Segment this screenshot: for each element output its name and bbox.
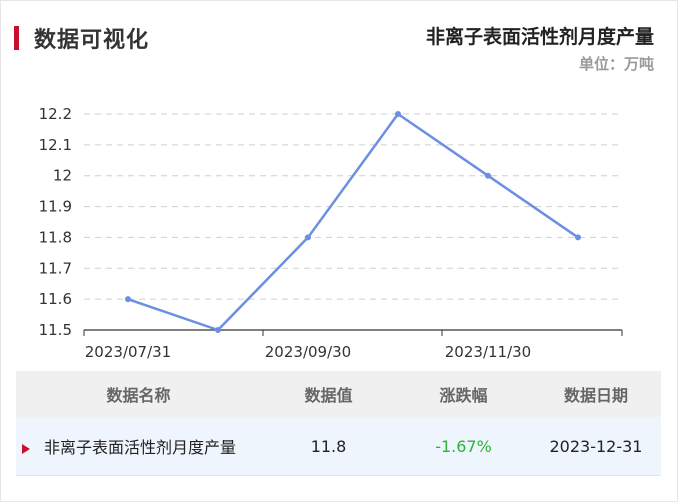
y-tick-label: 11.7 [39,259,72,277]
header-value: 数据值 [304,386,353,405]
table-header: 数据名称 数据值 涨跌幅 数据日期 [16,371,661,417]
y-tick-label: 11.5 [39,321,72,339]
x-tick-label: 2023/07/31 [85,343,171,361]
y-tick-label: 11.6 [39,290,72,308]
data-point [215,327,221,333]
row-value: 11.8 [310,436,347,456]
header-change: 涨跌幅 [439,386,488,405]
data-point [305,234,311,241]
y-tick-label: 12.1 [39,136,72,154]
row-name: 非离子表面活性剂月度产量 [44,438,237,457]
grid-lines [84,113,622,300]
row-change: -1.67% [435,436,492,456]
header-name: 数据名称 [106,386,171,405]
x-axis: 2023/07/31 2023/09/30 2023/11/30 [83,329,623,361]
data-point [395,111,401,117]
series-layer [125,111,581,333]
x-tick-label: 2023/09/30 [265,343,351,361]
y-tick-label: 12.2 [39,105,72,123]
y-tick-label: 11.8 [39,228,72,246]
row-name-cell: 非离子表面活性剂月度产量 [16,434,261,458]
header-date: 数据日期 [563,386,628,405]
y-tick-label: 12 [53,167,72,185]
table-row[interactable]: 非离子表面活性剂月度产量 11.8 -1.67% 2023-12-31 [16,417,661,476]
x-tick-label: 2023/11/30 [445,343,531,361]
row-date: 2023-12-31 [549,436,643,456]
data-point [485,172,491,179]
y-tick-label: 11.9 [39,198,72,216]
data-table: 数据名称 数据值 涨跌幅 数据日期 非离子表面活性剂月度产量 11.8 -1.6… [16,371,661,476]
row-marker-icon [22,443,30,454]
data-point [575,234,581,241]
series-line [127,112,579,332]
y-axis-ticks: 12.2 12.1 12 11.9 11.8 11.7 11.6 11.5 [39,105,72,339]
line-chart: 12.2 12.1 12 11.9 11.8 11.7 11.6 11.5 2023/07/3… [39,105,623,361]
data-point [125,296,131,303]
